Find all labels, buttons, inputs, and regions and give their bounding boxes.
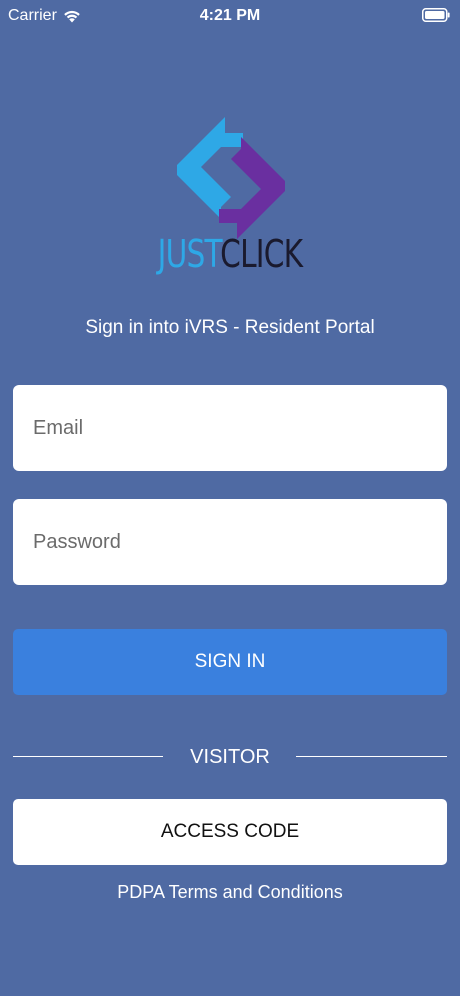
brand-wordmark: JUSTCLICK bbox=[51, 232, 410, 276]
brand-name-part2: CLICK bbox=[220, 232, 303, 276]
visitor-heading: VISITOR bbox=[190, 746, 270, 768]
sign-in-label: SIGN IN bbox=[194, 651, 266, 672]
password-field[interactable] bbox=[13, 499, 447, 585]
visitor-divider-right bbox=[296, 756, 447, 757]
status-time: 4:21 PM bbox=[199, 7, 261, 24]
access-code-label: ACCESS CODE bbox=[160, 821, 300, 842]
pdpa-terms-link[interactable]: PDPA Terms and Conditions bbox=[0, 882, 460, 903]
page-subtitle: Sign in into iVRS - Resident Portal bbox=[85, 317, 375, 338]
email-field[interactable] bbox=[13, 385, 447, 471]
status-bar: Carrier 4:21 PM bbox=[0, 0, 460, 34]
brand-name-part1: JUST bbox=[157, 232, 221, 276]
battery-icon bbox=[422, 8, 450, 22]
access-code-button[interactable]: ACCESS CODE bbox=[13, 799, 447, 865]
sign-in-button[interactable]: SIGN IN bbox=[13, 629, 447, 695]
